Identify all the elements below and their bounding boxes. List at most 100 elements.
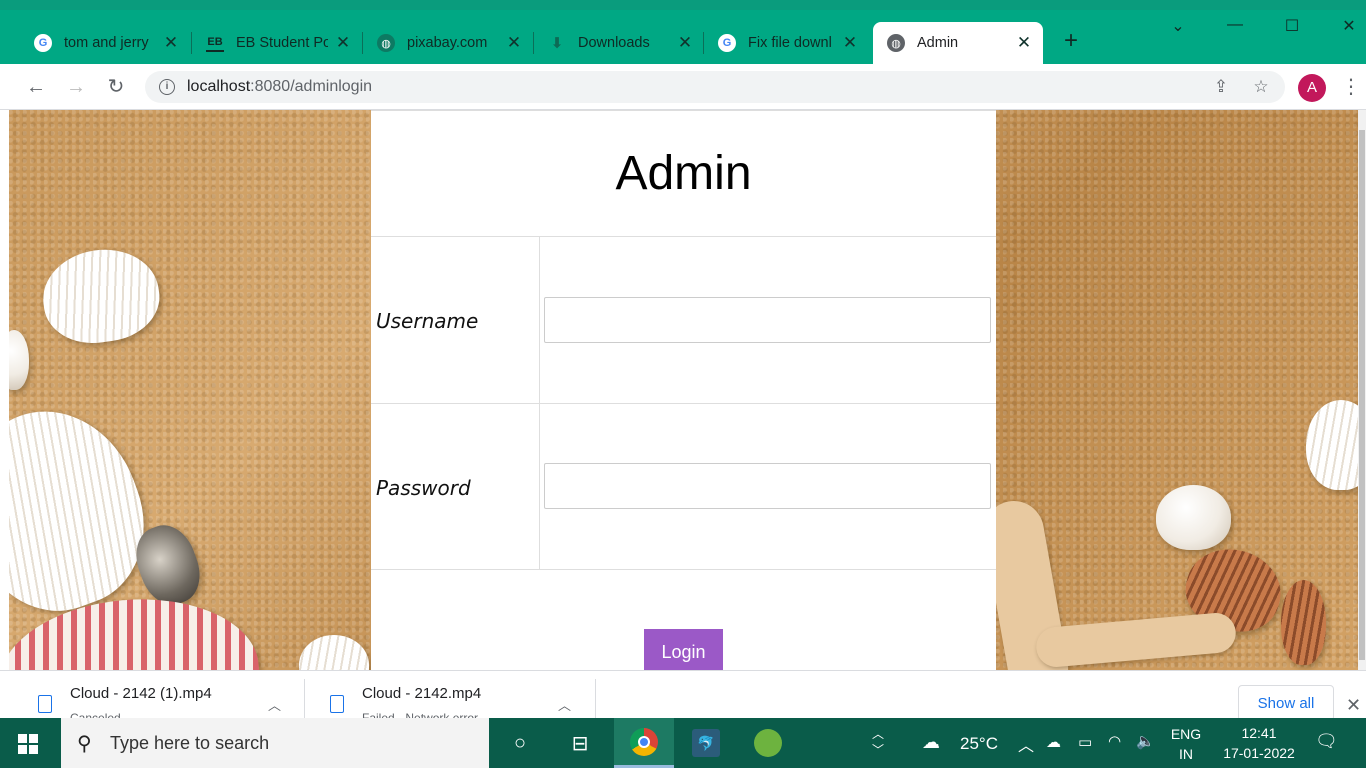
windows-start-icon[interactable] xyxy=(18,734,38,754)
volume-icon[interactable]: 🔈 xyxy=(1136,732,1155,768)
globe-icon: ◍ xyxy=(887,34,905,52)
close-icon[interactable]: ✕ xyxy=(676,33,694,53)
menu-kebab-icon[interactable]: ⋮ xyxy=(1340,76,1362,98)
bookmark-star-icon[interactable]: ☆ xyxy=(1250,76,1272,98)
admin-login-form: Admin Username Password Login xyxy=(371,110,996,670)
forward-icon[interactable]: → xyxy=(63,74,89,100)
search-placeholder: Type here to search xyxy=(110,733,270,753)
download-separator xyxy=(595,679,596,719)
maximize-icon[interactable]: ☐ xyxy=(1272,16,1312,36)
language-indicator[interactable]: ENG IN xyxy=(1170,724,1202,768)
eb-icon: EB xyxy=(206,34,224,52)
seashell-image xyxy=(1281,580,1326,665)
seashell-image xyxy=(9,330,29,390)
chevron-updown-icon[interactable]: ︿ ﹀ xyxy=(872,726,884,768)
tab-title: Downloads xyxy=(578,35,650,51)
tab-tom-and-jerry[interactable]: G tom and jerry ✕ xyxy=(20,22,190,64)
battery-icon[interactable]: ▭ xyxy=(1078,733,1092,768)
taskbar-search-box[interactable]: ⚲ Type here to search xyxy=(61,718,489,768)
row-divider xyxy=(371,236,996,237)
chevron-up-icon[interactable]: ︿ xyxy=(558,695,571,714)
region-code: IN xyxy=(1179,746,1193,762)
login-button[interactable]: Login xyxy=(644,629,723,670)
tab-search-icon[interactable]: ⌄ xyxy=(1158,16,1198,36)
reload-icon[interactable]: ↻ xyxy=(103,74,129,100)
info-icon[interactable]: i xyxy=(159,79,175,95)
download-item[interactable]: Cloud - 2142 (1).mp4 Canceled ︿ xyxy=(8,671,298,719)
chrome-taskbar-icon[interactable] xyxy=(614,718,674,768)
notification-icon[interactable]: 🗨 xyxy=(1315,731,1338,768)
tab-title: tom and jerry xyxy=(64,35,149,51)
close-icon[interactable]: ✕ xyxy=(162,33,180,53)
tab-eb-student[interactable]: EB EB Student Po ✕ xyxy=(192,22,362,64)
clock-time: 12:41 xyxy=(1241,725,1277,741)
close-icon[interactable]: ✕ xyxy=(841,33,859,53)
download-filename: Cloud - 2142.mp4 xyxy=(362,685,482,702)
close-icon[interactable]: ✕ xyxy=(334,33,352,53)
video-file-icon xyxy=(330,695,344,713)
seashell-image xyxy=(299,635,369,670)
scrollbar-thumb[interactable] xyxy=(1359,130,1365,660)
tab-title: Admin xyxy=(917,35,959,51)
windows-taskbar: ⚲ Type here to search ○ ⊟ 🐬 ︿ ﹀ ☁ 25°C ︿ … xyxy=(0,718,1366,768)
tab-fix-file-download[interactable]: G Fix file downl ✕ xyxy=(704,22,869,64)
show-hidden-icons-icon[interactable]: ︿ xyxy=(1018,732,1034,768)
tab-downloads[interactable]: ⬇ Downloads ✕ xyxy=(534,22,704,64)
chevron-up-icon[interactable]: ︿ xyxy=(268,695,281,714)
tab-title: pixabay.com xyxy=(407,35,488,51)
clock-date: 17-01-2022 xyxy=(1223,745,1295,761)
password-input[interactable] xyxy=(544,463,991,509)
username-input[interactable] xyxy=(544,297,991,343)
search-icon: ⚲ xyxy=(77,733,92,755)
url-text[interactable]: localhost:8080/adminlogin xyxy=(187,78,372,96)
seashell-image xyxy=(37,242,165,350)
share-icon[interactable]: ⇪ xyxy=(1210,76,1232,98)
address-bar[interactable]: i localhost:8080/adminlogin xyxy=(145,71,1285,103)
wifi-icon[interactable]: ◠ xyxy=(1108,732,1121,768)
seashell-image xyxy=(9,386,169,634)
weather-temperature[interactable]: 25°C xyxy=(960,734,998,768)
google-icon: G xyxy=(718,34,736,52)
close-download-bar-icon[interactable]: ✕ xyxy=(1346,695,1361,716)
window-close-icon[interactable]: ✕ xyxy=(1329,16,1366,36)
download-item[interactable]: Cloud - 2142.mp4 Failed - Network error … xyxy=(300,671,590,719)
starfish-image xyxy=(1034,611,1238,669)
row-divider xyxy=(371,403,996,404)
back-icon[interactable]: ← xyxy=(23,74,49,100)
google-icon: G xyxy=(34,34,52,52)
tab-pixabay[interactable]: ◍ pixabay.com ✕ xyxy=(363,22,533,64)
task-view-icon[interactable]: ⊟ xyxy=(550,718,610,768)
video-file-icon xyxy=(38,695,52,713)
cortana-icon[interactable]: ○ xyxy=(490,718,550,768)
language-code: ENG xyxy=(1170,726,1202,742)
spring-tool-suite-icon[interactable] xyxy=(738,718,798,768)
mysql-workbench-icon[interactable]: 🐬 xyxy=(676,718,736,768)
sand-left-decoration xyxy=(9,110,371,670)
browser-toolbar: ← → ↻ i localhost:8080/adminlogin ⇪ ☆ ⋮ xyxy=(0,64,1366,110)
minimize-icon[interactable]: — xyxy=(1215,16,1255,34)
close-icon[interactable]: ✕ xyxy=(1015,33,1033,53)
tab-title: EB Student Po xyxy=(236,35,328,51)
form-title: Admin xyxy=(615,147,752,200)
seashell-image xyxy=(1306,400,1358,490)
browser-titlebar: G tom and jerry ✕ EB EB Student Po ✕ ◍ p… xyxy=(0,0,1366,64)
tab-title: Fix file downl xyxy=(748,35,832,51)
sand-right-decoration xyxy=(996,110,1358,670)
globe-icon: ◍ xyxy=(377,34,395,52)
row-divider xyxy=(371,569,996,570)
tab-admin[interactable]: ◍ Admin ✕ xyxy=(873,22,1043,64)
chrome-icon xyxy=(630,727,658,756)
onedrive-error-icon[interactable]: ☁ xyxy=(1046,733,1061,768)
profile-avatar[interactable]: A xyxy=(1298,74,1326,102)
new-tab-button[interactable]: + xyxy=(1058,29,1084,55)
page-scrollbar[interactable] xyxy=(1358,110,1366,670)
download-filename: Cloud - 2142 (1).mp4 xyxy=(70,685,212,702)
password-label: Password xyxy=(376,476,471,500)
download-shelf: Cloud - 2142 (1).mp4 Canceled ︿ Cloud - … xyxy=(0,670,1366,721)
download-icon: ⬇ xyxy=(550,35,564,52)
weather-cloud-icon[interactable]: ☁ xyxy=(922,732,940,768)
clock[interactable]: 12:41 17-01-2022 xyxy=(1214,723,1304,768)
close-icon[interactable]: ✕ xyxy=(505,33,523,53)
seashell-image xyxy=(1156,485,1231,550)
show-all-button[interactable]: Show all xyxy=(1238,685,1334,721)
